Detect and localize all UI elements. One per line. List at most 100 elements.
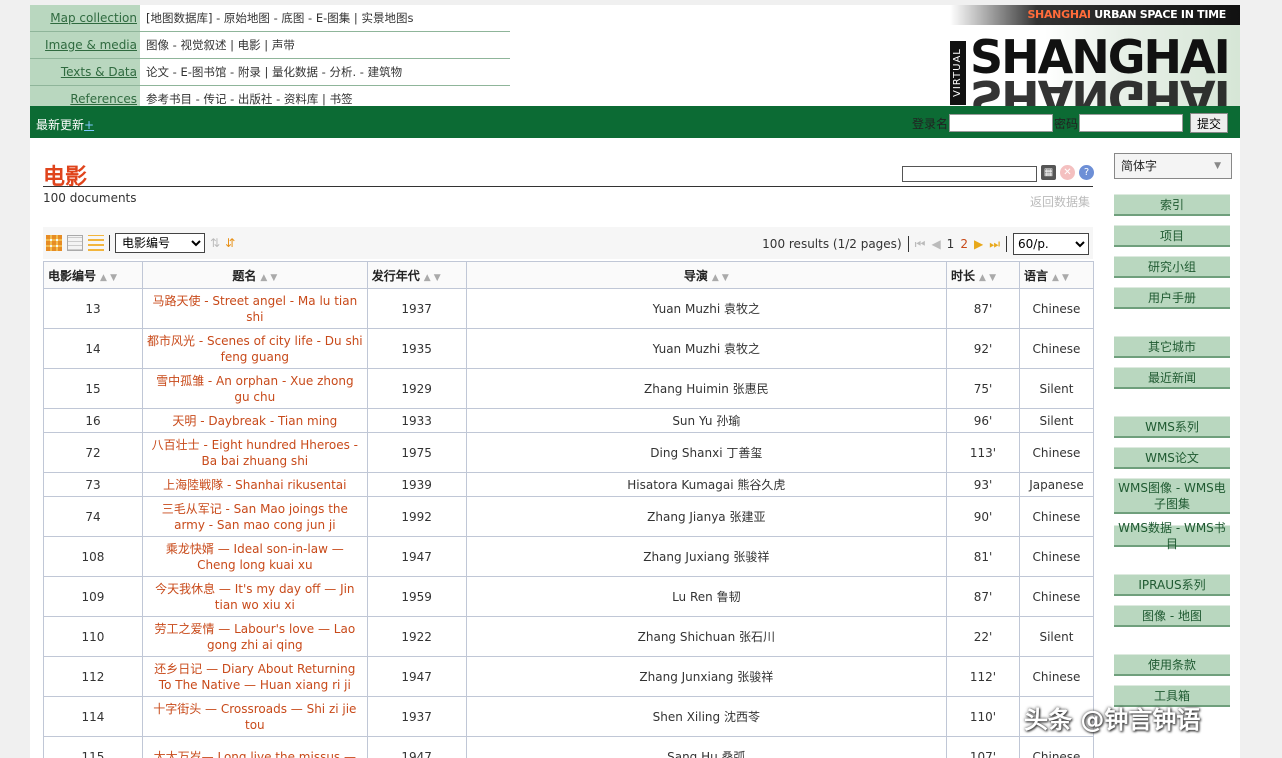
col-header-language[interactable]: 语言 ▲ ▼ <box>1018 261 1095 289</box>
cell-title-link[interactable]: 还乡日记 — Diary About Returning To The Nati… <box>141 656 368 697</box>
table-row[interactable]: 14 都市风光 - Scenes of city life - Du shi f… <box>43 328 1095 369</box>
sidebar-button-wms-images[interactable]: WMS图像 - WMS电子图集 <box>1114 478 1230 514</box>
nav-links-texts[interactable]: 论文 - E-图书馆 - 附录 | 量化数据 - 分析. - 建筑物 <box>140 59 510 85</box>
cell-title-link[interactable]: 劳工之爱情 — Labour's love — Lao gong zhi ai … <box>141 616 368 657</box>
sort-ascending-icon[interactable]: ⇅ <box>210 236 220 250</box>
sidebar-button-wms-papers[interactable]: WMS论文 <box>1114 447 1230 469</box>
sort-arrows-icon[interactable]: ▲ ▼ <box>100 273 117 283</box>
cell-id: 115 <box>43 736 143 758</box>
cell-title-link[interactable]: 乘龙快婿 — Ideal son-in-law — Cheng long kua… <box>141 536 368 577</box>
sidebar-button-research-group[interactable]: 研究小组 <box>1114 256 1230 278</box>
prev-page-icon[interactable]: ◀ <box>931 237 940 251</box>
table-row[interactable]: 109 今天我休息 — It's my day off — Jin tian w… <box>43 576 1095 617</box>
page-2[interactable]: 2 <box>960 237 968 251</box>
cell-length: 112' <box>946 656 1020 697</box>
help-icon[interactable]: ? <box>1079 165 1094 180</box>
username-input[interactable] <box>948 114 1053 132</box>
page-1[interactable]: 1 <box>947 237 955 251</box>
sidebar-button-terms-of-use[interactable]: 使用条款 <box>1114 654 1230 676</box>
password-input[interactable] <box>1078 114 1183 132</box>
nav-label-image-media[interactable]: Image & media <box>30 32 140 58</box>
back-to-dataset-link[interactable]: 返回数据集 <box>1030 193 1090 210</box>
sort-arrows-icon[interactable]: ▲ ▼ <box>1052 273 1069 283</box>
sidebar-button-images-maps[interactable]: 图像 - 地图 <box>1114 605 1230 627</box>
table-row[interactable]: 115 太太万岁— Long live the missus — 1947 Sa… <box>43 736 1095 758</box>
cell-title-link[interactable]: 十字街头 — Crossroads — Shi zi jie tou <box>141 696 368 737</box>
language-select-value: 简体字 <box>1121 159 1158 173</box>
table-row[interactable]: 73 上海陸戦隊 - Shanhai rikusentai 1939 Hisat… <box>43 472 1095 497</box>
cell-director: Ding Shanxi 丁善玺 <box>465 432 948 473</box>
cell-title-link[interactable]: 都市风光 - Scenes of city life - Du shi feng… <box>141 328 368 369</box>
last-page-icon[interactable]: ⏭ <box>989 237 1000 252</box>
site-logo-banner[interactable]: SHANGHAI URBAN SPACE IN TIME VIRTUAL SHA… <box>940 5 1240 106</box>
sidebar-button-other-cities[interactable]: 其它城市 <box>1114 336 1230 358</box>
sort-arrows-icon[interactable]: ▲ ▼ <box>979 273 996 283</box>
pagination-separator <box>907 236 909 252</box>
cell-director: Yuan Muzhi 袁牧之 <box>465 328 948 369</box>
nav-label-texts-data[interactable]: Texts & Data <box>30 59 140 85</box>
thumbnail-view-icon[interactable] <box>46 235 62 251</box>
col-header-length[interactable]: 时长 ▲ ▼ <box>946 261 1020 289</box>
language-select[interactable]: 简体字 ▼ <box>1114 153 1232 179</box>
cell-title-link[interactable]: 今天我休息 — It's my day off — Jin tian wo xi… <box>141 576 368 617</box>
sidebar-button-user-manual[interactable]: 用户手册 <box>1114 287 1230 309</box>
login-submit-button[interactable]: 提交 <box>1189 113 1228 133</box>
col-header-id[interactable]: 电影编号 ▲ ▼ <box>43 261 143 289</box>
col-header-director[interactable]: 导演 ▲ ▼ <box>465 261 948 289</box>
sort-arrows-icon[interactable]: ▲ ▼ <box>424 273 441 283</box>
nav-row-texts: Texts & Data 论文 - E-图书馆 - 附录 | 量化数据 - 分析… <box>30 59 510 86</box>
sidebar-button-projects[interactable]: 项目 <box>1114 225 1230 247</box>
table-row[interactable]: 72 八百壮士 - Eight hundred Hheroes - Ba bai… <box>43 432 1095 473</box>
cell-id: 112 <box>43 656 143 697</box>
password-label: 密码 <box>1053 116 1078 131</box>
list-view-icon[interactable] <box>88 235 104 251</box>
cell-id: 108 <box>43 536 143 577</box>
sidebar-button-index[interactable]: 索引 <box>1114 194 1230 216</box>
col-header-year[interactable]: 发行年代 ▲ ▼ <box>366 261 467 289</box>
cell-id: 15 <box>43 368 143 409</box>
next-page-icon[interactable]: ▶ <box>974 237 983 251</box>
sidebar-button-wms-data[interactable]: WMS数据 - WMS书目 <box>1114 521 1230 551</box>
table-row[interactable]: 15 雪中孤雏 - An orphan - Xue zhong gu chu 1… <box>43 368 1095 409</box>
col-header-title[interactable]: 题名 ▲ ▼ <box>141 261 368 289</box>
sidebar-button-ipraus-series[interactable]: IPRAUS系列 <box>1114 574 1230 596</box>
table-view-icon[interactable] <box>67 235 83 251</box>
cell-title-link[interactable]: 上海陸戦隊 - Shanhai rikusentai <box>141 472 368 497</box>
table-row[interactable]: 114 十字街头 — Crossroads — Shi zi jie tou 1… <box>43 696 1095 737</box>
sidebar-button-wms-series[interactable]: WMS系列 <box>1114 416 1230 438</box>
col-header-year-label: 发行年代 <box>371 268 420 283</box>
per-page-select[interactable]: 60/p. <box>1013 233 1089 255</box>
cell-length: 22' <box>946 616 1020 657</box>
latest-updates[interactable]: 最新更新+ <box>36 116 94 133</box>
cell-id: 16 <box>43 408 143 433</box>
nav-links-image[interactable]: 图像 - 视觉叙述 | 电影 | 声带 <box>140 32 510 58</box>
cell-id: 109 <box>43 576 143 617</box>
nav-label-map-collection[interactable]: Map collection <box>30 5 140 31</box>
sort-field-select[interactable]: 电影编号 <box>115 233 205 253</box>
table-row[interactable]: 110 劳工之爱情 — Labour's love — Lao gong zhi… <box>43 616 1095 657</box>
cell-title-link[interactable]: 雪中孤雏 - An orphan - Xue zhong gu chu <box>141 368 368 409</box>
quick-search-input[interactable] <box>902 166 1037 182</box>
nav-links-map[interactable]: [地图数据库] - 原始地图 - 底图 - E-图集 | 实景地图s <box>140 5 510 31</box>
table-row[interactable]: 13 马路天使 - Street angel - Ma lu tian shi … <box>43 288 1095 329</box>
table-row[interactable]: 112 还乡日记 — Diary About Returning To The … <box>43 656 1095 697</box>
clear-search-icon[interactable]: ✕ <box>1060 165 1075 180</box>
cell-title-link[interactable]: 马路天使 - Street angel - Ma lu tian shi <box>141 288 368 329</box>
table-row[interactable]: 108 乘龙快婿 — Ideal son-in-law — Cheng long… <box>43 536 1095 577</box>
sort-arrows-icon[interactable]: ▲ ▼ <box>260 273 277 283</box>
table-row[interactable]: 74 三毛从军记 - San Mao joings the army - San… <box>43 496 1095 537</box>
latest-updates-plus[interactable]: + <box>84 118 94 132</box>
sort-descending-icon[interactable]: ⇵ <box>225 236 235 250</box>
table-row[interactable]: 16 天明 - Daybreak - Tian ming 1933 Sun Yu… <box>43 408 1095 433</box>
cell-title-link[interactable]: 太太万岁— Long live the missus — <box>141 736 368 758</box>
sidebar-button-latest-news[interactable]: 最近新闻 <box>1114 367 1230 389</box>
sort-arrows-icon[interactable]: ▲ ▼ <box>712 273 729 283</box>
table-header-row: 电影编号 ▲ ▼ 题名 ▲ ▼ 发行年代 ▲ ▼ 导演 ▲ ▼ 时长 ▲ ▼ 语言 ▲ ▼ <box>43 261 1095 289</box>
cell-director: Lu Ren 鲁韧 <box>465 576 948 617</box>
tagline-accent: SHANGHAI <box>1027 8 1091 21</box>
cell-title-link[interactable]: 八百壮士 - Eight hundred Hheroes - Ba bai zh… <box>141 432 368 473</box>
first-page-icon[interactable]: ⏮ <box>915 237 926 252</box>
cell-title-link[interactable]: 天明 - Daybreak - Tian ming <box>141 408 368 433</box>
cell-title-link[interactable]: 三毛从军记 - San Mao joings the army - San ma… <box>141 496 368 537</box>
advanced-search-icon[interactable]: ▦ <box>1041 165 1056 180</box>
